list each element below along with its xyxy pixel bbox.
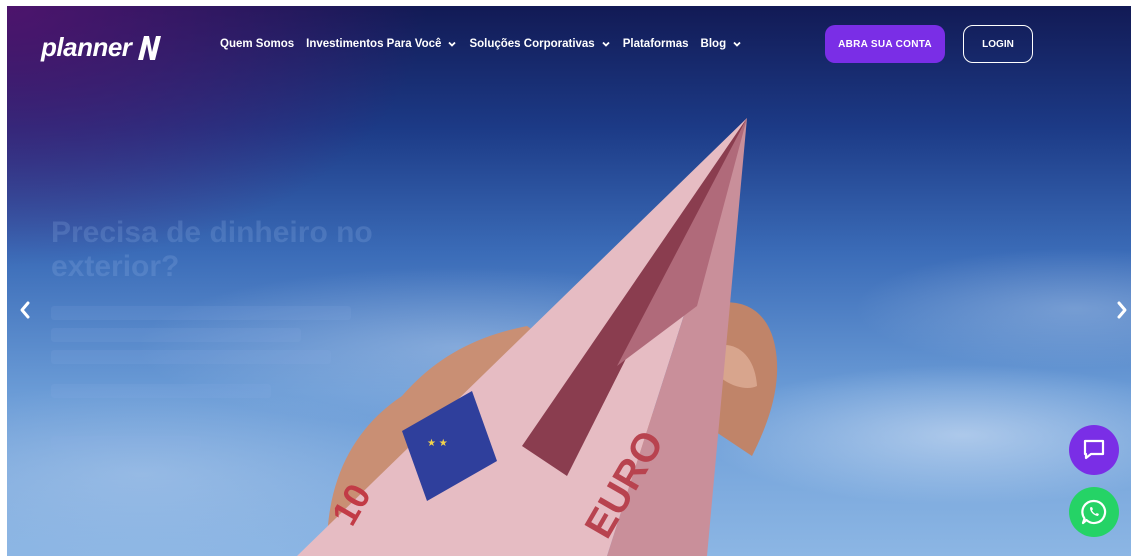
chat-icon: [1083, 439, 1105, 460]
hero-text-line: [51, 384, 271, 398]
nav-item-quem-somos[interactable]: Quem Somos: [220, 38, 294, 50]
whatsapp-button[interactable]: [1069, 487, 1119, 537]
nav-item-solucoes-corporativas[interactable]: Soluções Corporativas: [469, 38, 610, 50]
svg-text:★ ★: ★ ★: [427, 438, 448, 449]
chat-button[interactable]: [1069, 425, 1119, 475]
chevron-down-icon: [602, 41, 610, 47]
hero-heading: Precisa de dinheiro no exterior?: [51, 216, 373, 283]
brand-logo-text: planner: [41, 32, 132, 62]
nav-item-label: Blog: [700, 38, 727, 50]
nav-item-investimentos[interactable]: Investimentos Para Você: [306, 38, 457, 50]
whatsapp-icon: [1081, 499, 1107, 525]
hero-banner: ★ ★ EURO 10 Precisa de dinheiro no exter…: [7, 6, 1131, 556]
hero-text-line: [51, 350, 331, 364]
hero-button-ghost: [51, 436, 201, 450]
main-nav: Quem Somos Investimentos Para Você Soluç…: [220, 38, 742, 50]
top-navbar: planner Quem Somos Investimentos Para Vo…: [7, 6, 1131, 86]
nav-item-label: Soluções Corporativas: [469, 38, 595, 50]
nav-item-blog[interactable]: Blog: [701, 38, 743, 50]
login-button[interactable]: LOGIN: [963, 25, 1033, 63]
hero-text-line: [51, 306, 351, 320]
nav-item-label: Plataformas: [622, 38, 689, 50]
chevron-down-icon: [733, 41, 741, 47]
open-account-button[interactable]: ABRA SUA CONTA: [825, 25, 945, 63]
chevron-down-icon: [448, 41, 457, 47]
planner-n-logo-icon: [138, 35, 162, 60]
nav-item-label: Quem Somos: [220, 38, 295, 50]
nav-item-label: Investimentos Para Você: [306, 38, 442, 50]
brand-logo[interactable]: planner: [41, 32, 164, 63]
hero-text-line: [51, 328, 301, 342]
nav-item-plataformas[interactable]: Plataformas: [623, 38, 689, 50]
chevron-right-icon[interactable]: [1113, 298, 1131, 322]
chevron-left-icon[interactable]: [16, 298, 34, 322]
